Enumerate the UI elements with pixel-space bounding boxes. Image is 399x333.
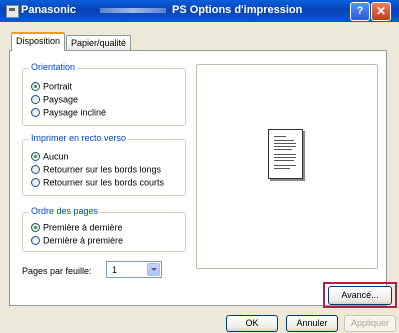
cancel-button[interactable]: Annuler	[286, 315, 338, 332]
radio-paysage-incline[interactable]: Paysage incliné	[31, 107, 106, 119]
radio-label: Paysage	[43, 94, 79, 105]
window-title-left: Panasonic	[21, 4, 77, 16]
radio-label: Retourner sur les bords courts	[43, 177, 165, 188]
page-order-legend: Ordre des pages	[29, 206, 101, 216]
radio-button[interactable]	[31, 236, 40, 246]
radio-premiere-a-derniere[interactable]: Première à dernière	[31, 222, 123, 234]
ok-button[interactable]: OK	[226, 315, 278, 332]
duplex-legend: Imprimer en recto verso	[29, 133, 129, 143]
tab-disposition[interactable]: Disposition	[11, 32, 66, 51]
pages-per-sheet-select[interactable]: 1	[106, 261, 162, 278]
radio-button[interactable]	[31, 178, 40, 188]
radio-label: Première à dernière	[43, 222, 123, 233]
radio-button[interactable]	[31, 152, 40, 162]
window-title-right: PS Options d'impression	[172, 4, 303, 16]
title-bar[interactable]: Panasonic PS Options d'impression ? ✕	[0, 0, 399, 22]
layout-preview	[196, 64, 378, 269]
radio-label: Aucun	[43, 151, 69, 162]
radio-button[interactable]	[31, 82, 40, 92]
radio-label: Retourner sur les bords longs	[43, 164, 162, 175]
radio-button[interactable]	[31, 95, 40, 105]
radio-bords-courts[interactable]: Retourner sur les bords courts	[31, 177, 164, 189]
radio-label: Portrait	[43, 81, 73, 92]
orientation-legend: Orientation	[29, 62, 78, 72]
chevron-down-icon[interactable]	[147, 263, 160, 276]
orientation-group: Orientation Portrait Paysage Paysage inc…	[22, 62, 186, 126]
page-preview-icon	[268, 129, 303, 179]
radio-portrait[interactable]: Portrait	[31, 81, 72, 93]
radio-paysage[interactable]: Paysage	[31, 94, 78, 106]
radio-derniere-a-premiere[interactable]: Dernière à première	[31, 235, 123, 247]
pages-per-sheet-value: 1	[112, 265, 118, 275]
advanced-button[interactable]: Avancé...	[328, 286, 392, 305]
pages-per-sheet-label: Pages par feuille:	[22, 266, 92, 276]
radio-button[interactable]	[31, 223, 40, 233]
apply-button[interactable]: Appliquer	[344, 315, 396, 332]
close-button[interactable]: ✕	[371, 2, 391, 21]
radio-bords-longs[interactable]: Retourner sur les bords longs	[31, 164, 161, 176]
radio-aucun[interactable]: Aucun	[31, 151, 69, 163]
redacted-model-name	[100, 8, 166, 13]
help-button[interactable]: ?	[350, 2, 370, 21]
duplex-group: Imprimer en recto verso Aucun Retourner …	[22, 133, 186, 196]
radio-button[interactable]	[31, 165, 40, 175]
page-order-group: Ordre des pages Première à dernière Dern…	[22, 206, 186, 252]
radio-label: Paysage incliné	[43, 107, 107, 118]
radio-label: Dernière à première	[43, 235, 124, 246]
radio-button[interactable]	[31, 108, 40, 118]
printer-icon	[6, 5, 19, 18]
tab-papier-qualite[interactable]: Papier/qualité	[66, 35, 132, 51]
